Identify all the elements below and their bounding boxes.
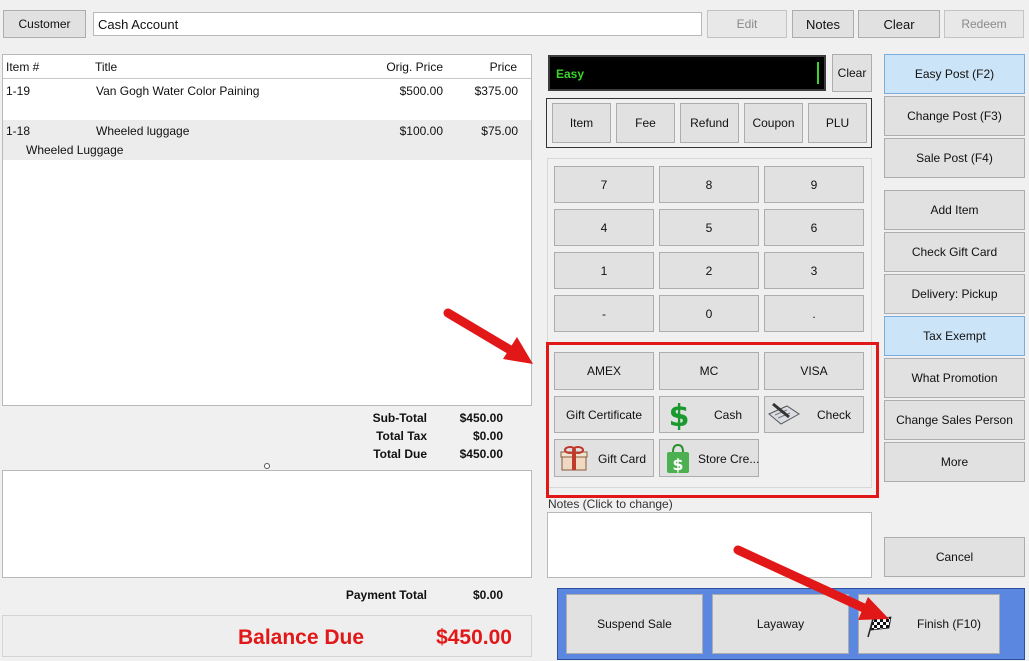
sale-post-button[interactable]: Sale Post (F4) xyxy=(884,138,1025,178)
more-button[interactable]: More xyxy=(884,442,1025,482)
item-type-fee-button[interactable]: Fee xyxy=(616,103,675,143)
delivery-button[interactable]: Delivery: Pickup xyxy=(884,274,1025,314)
clear-button[interactable]: Clear xyxy=(858,10,940,38)
entry-mode: Easy xyxy=(556,67,585,81)
row-price: $375.00 xyxy=(474,84,518,98)
notes-box[interactable] xyxy=(547,512,872,578)
text-cursor xyxy=(817,62,819,84)
item-type-item-button[interactable]: Item xyxy=(552,103,611,143)
item-type-plu-button[interactable]: PLU xyxy=(808,103,867,143)
row-item-number: 1-18 xyxy=(6,124,31,138)
keypad-6-button[interactable]: 6 xyxy=(764,209,864,246)
easy-post-button[interactable]: Easy Post (F2) xyxy=(884,54,1025,94)
keypad-8-button[interactable]: 8 xyxy=(659,166,759,203)
item-type-coupon-button[interactable]: Coupon xyxy=(744,103,803,143)
customer-name-field[interactable]: Cash Account xyxy=(93,12,702,36)
finish-button[interactable]: Finish (F10) xyxy=(858,594,1000,654)
add-item-button[interactable]: Add Item xyxy=(884,190,1025,230)
splitter-handle[interactable] xyxy=(264,463,270,469)
checkered-flag-icon xyxy=(865,616,895,638)
edit-button[interactable]: Edit xyxy=(707,10,787,38)
row-orig-price: $100.00 xyxy=(399,124,443,138)
table-row[interactable]: 1-19 Van Gogh Water Color Paining $500.0… xyxy=(3,80,531,120)
item-type-refund-button[interactable]: Refund xyxy=(680,103,739,143)
subtotal-value: $450.00 xyxy=(459,411,503,425)
change-sales-person-button[interactable]: Change Sales Person xyxy=(884,400,1025,440)
entry-display[interactable]: Easy xyxy=(548,55,826,91)
row-subtitle: Wheeled Luggage xyxy=(26,143,124,157)
notes-label: Notes (Click to change) xyxy=(548,497,673,511)
keypad-0-button[interactable]: 0 xyxy=(659,295,759,332)
keypad-7-button[interactable]: 7 xyxy=(554,166,654,203)
entry-clear-button[interactable]: Clear xyxy=(832,54,872,92)
col-price: Price xyxy=(489,60,517,74)
redeem-button[interactable]: Redeem xyxy=(944,10,1024,38)
suspend-sale-button[interactable]: Suspend Sale xyxy=(566,594,703,654)
row-price: $75.00 xyxy=(481,124,518,138)
check-gift-card-button[interactable]: Check Gift Card xyxy=(884,232,1025,272)
table-header: Item # Title Orig. Price Price xyxy=(3,55,531,79)
total-tax-label: Total Tax xyxy=(376,429,427,443)
col-orig-price: Orig. Price xyxy=(386,60,443,74)
balance-due-panel: Balance Due $450.00 xyxy=(2,615,532,657)
total-due-label: Total Due xyxy=(373,447,427,461)
total-tax-value: $0.00 xyxy=(472,429,503,443)
row-orig-price: $500.00 xyxy=(399,84,443,98)
balance-due-value: $450.00 xyxy=(436,626,512,649)
payment-total-label: Payment Total xyxy=(345,588,427,602)
items-table: Item # Title Orig. Price Price 1-19 Van … xyxy=(2,54,532,406)
notes-button[interactable]: Notes xyxy=(792,10,854,38)
finish-label: Finish (F10) xyxy=(917,617,982,631)
row-title: Van Gogh Water Color Paining xyxy=(96,84,260,98)
tax-exempt-button[interactable]: Tax Exempt xyxy=(884,316,1025,356)
row-title: Wheeled luggage xyxy=(96,124,190,138)
keypad-5-button[interactable]: 5 xyxy=(659,209,759,246)
payments-list[interactable] xyxy=(2,470,532,578)
payment-total-value: $0.00 xyxy=(472,588,503,602)
tender-highlight-frame xyxy=(546,342,879,498)
col-title: Title xyxy=(95,60,118,74)
subtotal-label: Sub-Total xyxy=(372,411,427,425)
keypad-minus-button[interactable]: - xyxy=(554,295,654,332)
keypad-decimal-button[interactable]: . xyxy=(764,295,864,332)
col-item-number: Item # xyxy=(6,60,40,74)
change-post-button[interactable]: Change Post (F3) xyxy=(884,96,1025,136)
total-due-value: $450.00 xyxy=(459,447,503,461)
keypad-3-button[interactable]: 3 xyxy=(764,252,864,289)
layaway-button[interactable]: Layaway xyxy=(712,594,849,654)
keypad-9-button[interactable]: 9 xyxy=(764,166,864,203)
table-row[interactable]: 1-18 Wheeled luggage $100.00 $75.00 Whee… xyxy=(3,120,531,160)
what-promotion-button[interactable]: What Promotion xyxy=(884,358,1025,398)
customer-button[interactable]: Customer xyxy=(3,10,86,38)
keypad-4-button[interactable]: 4 xyxy=(554,209,654,246)
keypad-1-button[interactable]: 1 xyxy=(554,252,654,289)
balance-due-label: Balance Due xyxy=(238,626,365,649)
keypad-2-button[interactable]: 2 xyxy=(659,252,759,289)
row-item-number: 1-19 xyxy=(6,84,31,98)
cancel-button[interactable]: Cancel xyxy=(884,537,1025,577)
